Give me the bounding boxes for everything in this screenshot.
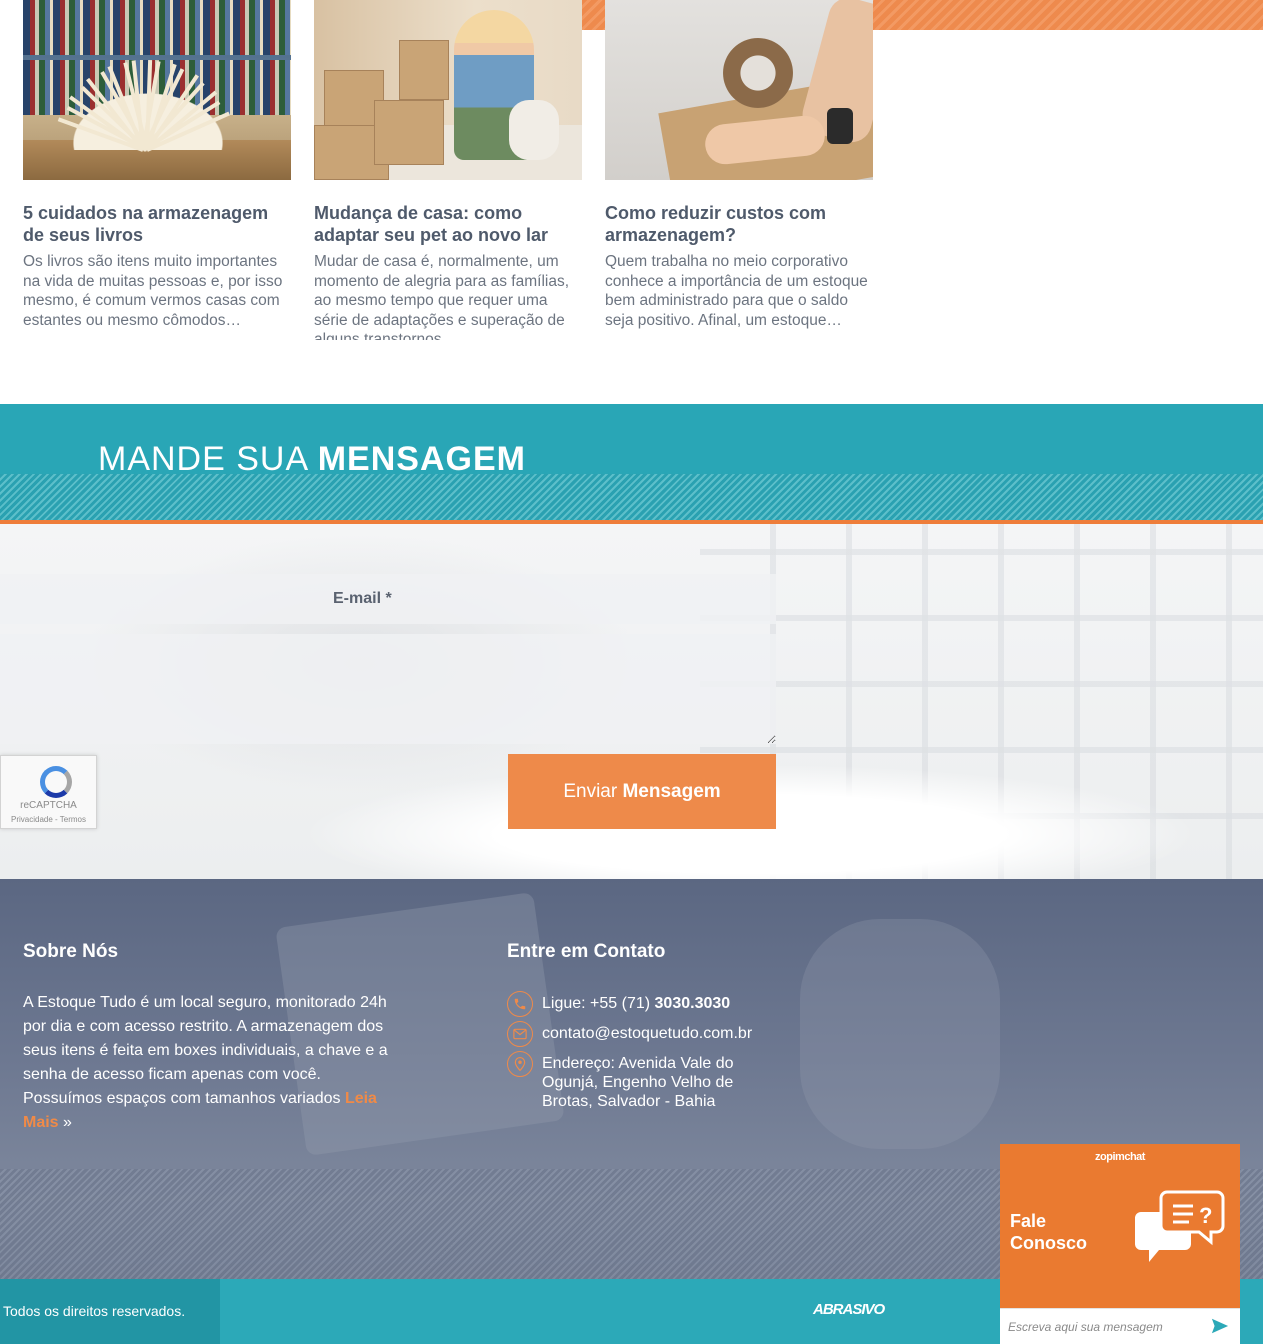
contact-phone[interactable]: Ligue: +55 (71) 3030.3030	[507, 991, 787, 1017]
recaptcha-widget[interactable]: reCAPTCHA Privacidade - Termos	[0, 755, 97, 829]
recaptcha-label: reCAPTCHA	[20, 800, 77, 811]
blog-thumbnail-moving[interactable]	[314, 0, 582, 180]
contact-title: Entre em Contato	[507, 941, 665, 963]
blog-card-title[interactable]: Como reduzir custos com armazenagem?	[605, 202, 873, 246]
chat-widget[interactable]: zopimchat Fale Conosco ?	[1000, 1144, 1240, 1344]
blog-card-excerpt: Mudar de casa é, normalmente, um momento…	[314, 253, 570, 340]
blog-card[interactable]: 5 cuidados na armazenagem de seus livros…	[23, 0, 291, 340]
send-label-light: Enviar	[563, 780, 618, 802]
read-more-suffix: »	[58, 1114, 72, 1131]
copyright-text: Todos os direitos reservados.	[3, 1303, 186, 1319]
chat-brand-logo: zopimchat	[1095, 1151, 1145, 1163]
about-body: A Estoque Tudo é um local seguro, monito…	[23, 994, 388, 1107]
contact-title-light: Entre em	[507, 941, 589, 962]
bookshelf	[23, 0, 291, 55]
section-title-light: MANDE SUA	[98, 440, 308, 478]
map-pin-icon	[507, 1051, 533, 1077]
send-arrow-icon	[1211, 1318, 1229, 1334]
blog-card-title[interactable]: Mudança de casa: como adaptar seu pet ao…	[314, 202, 582, 246]
blog-card-excerpt: Os livros são itens muito importantes na…	[23, 253, 283, 329]
blog-section: 5 cuidados na armazenagem de seus livros…	[0, 0, 1263, 404]
chat-bubble-icon: ?	[1135, 1190, 1225, 1262]
recaptcha-links[interactable]: Privacidade - Termos	[1, 815, 96, 824]
dog-figure	[509, 100, 559, 160]
about-title-light: Sobre	[23, 941, 77, 962]
chat-input-area	[1000, 1308, 1240, 1344]
blog-card[interactable]: Como reduzir custos com armazenagem? Que…	[605, 0, 873, 340]
about-title-bold: Nós	[82, 941, 119, 962]
about-text: A Estoque Tudo é um local seguro, monito…	[23, 991, 393, 1135]
contact-email-text[interactable]: contato@estoquetudo.com.br	[542, 1024, 787, 1043]
section-title: MANDE SUA MENSAGEM	[98, 440, 526, 479]
agency-logo[interactable]: ABRASIVO	[813, 1301, 885, 1318]
message-section-header: MANDE SUA MENSAGEM	[0, 404, 1263, 524]
about-title: Sobre Nós	[23, 941, 118, 963]
phone-prefix: Ligue: +55 (71)	[542, 995, 651, 1012]
wristwatch	[827, 108, 853, 144]
contact-email[interactable]: contato@estoquetudo.com.br	[507, 1021, 787, 1047]
blog-card[interactable]: Mudança de casa: como adaptar seu pet ao…	[314, 0, 582, 340]
email-field[interactable]	[0, 574, 776, 624]
cardboard-box	[399, 40, 449, 100]
background-photo	[800, 919, 1000, 1149]
svg-text:?: ?	[1199, 1203, 1212, 1228]
phone-icon	[507, 991, 533, 1017]
chat-message-input[interactable]	[1008, 1309, 1204, 1344]
send-message-button[interactable]: Enviar Mensagem	[508, 754, 776, 829]
contact-address-text: Endereço: Avenida Vale do Ogunjá, Engenh…	[542, 1055, 734, 1110]
blog-thumbnail-books[interactable]	[23, 0, 291, 180]
blog-thumbnail-tape[interactable]	[605, 0, 873, 180]
message-textarea[interactable]	[0, 634, 776, 744]
tape-roll	[723, 38, 793, 108]
phone-number[interactable]: 3030.3030	[655, 995, 731, 1012]
blog-card-title[interactable]: 5 cuidados na armazenagem de seus livros	[23, 202, 291, 246]
cardboard-box	[374, 100, 444, 165]
contact-title-bold: Contato	[593, 941, 666, 962]
mail-icon	[507, 1021, 533, 1047]
chat-send-button[interactable]	[1210, 1317, 1230, 1337]
send-label-bold: Mensagem	[622, 780, 721, 802]
chat-title[interactable]: Fale Conosco	[1010, 1210, 1110, 1254]
section-title-bold: MENSAGEM	[317, 440, 526, 478]
message-form-section: reCAPTCHA Privacidade - Termos Enviar Me…	[0, 524, 1263, 879]
contact-address: Endereço: Avenida Vale do Ogunjá, Engenh…	[507, 1051, 787, 1111]
hatch-pattern	[0, 474, 1263, 520]
recaptcha-icon	[40, 766, 72, 798]
blog-card-excerpt: Quem trabalha no meio corporativo conhec…	[605, 253, 868, 329]
